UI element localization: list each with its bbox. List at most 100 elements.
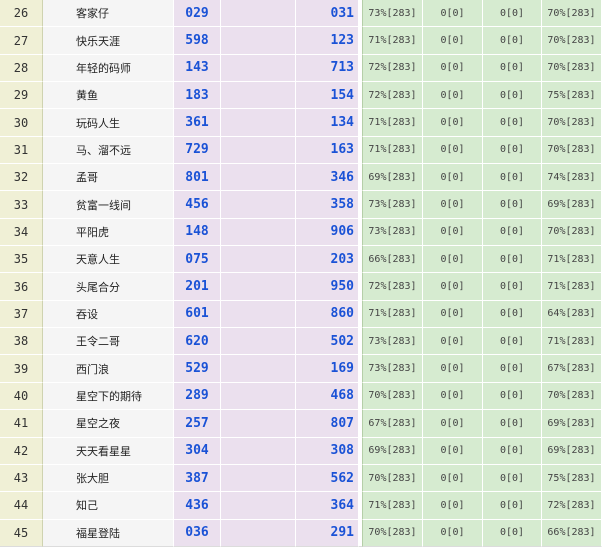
player-name-cell[interactable]: 快乐天涯 — [43, 27, 174, 55]
first-number-cell: 075 — [174, 246, 221, 274]
player-name-cell[interactable]: 孟哥 — [43, 164, 174, 192]
stat-cell-3: 0[0] — [483, 54, 542, 83]
player-name-cell[interactable]: 西门浪 — [43, 355, 174, 383]
player-name-cell[interactable]: 黄鱼 — [43, 82, 174, 110]
player-name-cell[interactable]: 星空之夜 — [43, 410, 174, 438]
table-row[interactable]: 31 马、溜不远 729 163 71%[283] 0[0] 0[0] 70%[… — [0, 136, 602, 165]
stat-cell-2: 0[0] — [423, 27, 483, 55]
first-number-cell: 257 — [174, 410, 221, 438]
spacer-cell — [221, 273, 296, 301]
stat-cell-4: 74%[283] — [542, 164, 602, 192]
first-number-cell: 304 — [174, 437, 221, 465]
stat-cell-1: 71%[283] — [362, 109, 423, 137]
first-number-cell: 148 — [174, 218, 221, 247]
stat-cell-2: 0[0] — [423, 410, 483, 438]
rank-cell: 44 — [0, 492, 43, 520]
spacer-cell — [221, 382, 296, 411]
table-row[interactable]: 45 福星登陆 036 291 70%[283] 0[0] 0[0] 66%[2… — [0, 519, 602, 547]
player-name-cell[interactable]: 知己 — [43, 492, 174, 520]
stat-cell-1: 73%[283] — [362, 355, 423, 383]
rank-cell: 35 — [0, 246, 43, 274]
player-name-cell[interactable]: 年轻的码师 — [43, 54, 174, 83]
first-number-cell: 361 — [174, 109, 221, 137]
table-row[interactable]: 43 张大胆 387 562 70%[283] 0[0] 0[0] 75%[28… — [0, 464, 602, 493]
table-row[interactable]: 26 客家仔 029 031 73%[283] 0[0] 0[0] 70%[28… — [0, 0, 602, 28]
table-row[interactable]: 39 西门浪 529 169 73%[283] 0[0] 0[0] 67%[28… — [0, 355, 602, 383]
rank-cell: 29 — [0, 82, 43, 110]
player-name-cell[interactable]: 马、溜不远 — [43, 136, 174, 165]
spacer-cell — [221, 519, 296, 547]
player-name-cell[interactable]: 王令二哥 — [43, 328, 174, 356]
table-row[interactable]: 35 天意人生 075 203 66%[283] 0[0] 0[0] 71%[2… — [0, 246, 602, 274]
table-row[interactable]: 28 年轻的码师 143 713 72%[283] 0[0] 0[0] 70%[… — [0, 54, 602, 83]
first-number-cell: 029 — [174, 0, 221, 28]
stat-cell-3: 0[0] — [483, 519, 542, 547]
stat-cell-1: 70%[283] — [362, 464, 423, 493]
second-number-cell: 031 — [296, 0, 359, 28]
stat-cell-4: 70%[283] — [542, 0, 602, 28]
table-row[interactable]: 38 王令二哥 620 502 73%[283] 0[0] 0[0] 71%[2… — [0, 328, 602, 356]
stat-cell-4: 70%[283] — [542, 27, 602, 55]
rank-cell: 40 — [0, 382, 43, 411]
rank-cell: 37 — [0, 300, 43, 329]
player-name-cell[interactable]: 张大胆 — [43, 464, 174, 493]
table-row[interactable]: 32 孟哥 801 346 69%[283] 0[0] 0[0] 74%[283… — [0, 164, 602, 192]
stat-cell-4: 70%[283] — [542, 54, 602, 83]
first-number-cell: 436 — [174, 492, 221, 520]
stat-cell-2: 0[0] — [423, 273, 483, 301]
second-number-cell: 169 — [296, 355, 359, 383]
table-row[interactable]: 30 玩码人生 361 134 71%[283] 0[0] 0[0] 70%[2… — [0, 109, 602, 137]
rank-cell: 27 — [0, 27, 43, 55]
second-number-cell: 291 — [296, 519, 359, 547]
stat-cell-4: 67%[283] — [542, 355, 602, 383]
rank-cell: 28 — [0, 54, 43, 83]
spacer-cell — [221, 82, 296, 110]
player-name-cell[interactable]: 客家仔 — [43, 0, 174, 28]
stat-cell-3: 0[0] — [483, 109, 542, 137]
player-name-cell[interactable]: 贫富一线间 — [43, 191, 174, 219]
table-row[interactable]: 42 天天看星星 304 308 69%[283] 0[0] 0[0] 69%[… — [0, 437, 602, 465]
spacer-cell — [221, 136, 296, 165]
player-name-cell[interactable]: 吞设 — [43, 300, 174, 329]
table-row[interactable]: 33 贫富一线间 456 358 73%[283] 0[0] 0[0] 69%[… — [0, 191, 602, 219]
stat-cell-2: 0[0] — [423, 492, 483, 520]
spacer-cell — [221, 218, 296, 247]
player-name-cell[interactable]: 福星登陆 — [43, 519, 174, 547]
stat-cell-2: 0[0] — [423, 300, 483, 329]
spacer-cell — [221, 0, 296, 28]
second-number-cell: 860 — [296, 300, 359, 329]
player-name-cell[interactable]: 头尾合分 — [43, 273, 174, 301]
player-name-cell[interactable]: 玩码人生 — [43, 109, 174, 137]
stat-cell-4: 70%[283] — [542, 382, 602, 411]
player-name-cell[interactable]: 天意人生 — [43, 246, 174, 274]
spacer-cell — [221, 492, 296, 520]
stat-cell-2: 0[0] — [423, 519, 483, 547]
stat-cell-2: 0[0] — [423, 191, 483, 219]
rank-cell: 31 — [0, 136, 43, 165]
stat-cell-3: 0[0] — [483, 410, 542, 438]
table-row[interactable]: 36 头尾合分 201 950 72%[283] 0[0] 0[0] 71%[2… — [0, 273, 602, 301]
table-row[interactable]: 29 黄鱼 183 154 72%[283] 0[0] 0[0] 75%[283… — [0, 82, 602, 110]
first-number-cell: 729 — [174, 136, 221, 165]
stat-cell-3: 0[0] — [483, 191, 542, 219]
table-row[interactable]: 41 星空之夜 257 807 67%[283] 0[0] 0[0] 69%[2… — [0, 410, 602, 438]
first-number-cell: 620 — [174, 328, 221, 356]
first-number-cell: 036 — [174, 519, 221, 547]
second-number-cell: 134 — [296, 109, 359, 137]
table-row[interactable]: 44 知己 436 364 71%[283] 0[0] 0[0] 72%[283… — [0, 492, 602, 520]
first-number-cell: 601 — [174, 300, 221, 329]
table-row[interactable]: 37 吞设 601 860 71%[283] 0[0] 0[0] 64%[283… — [0, 300, 602, 329]
player-name-cell[interactable]: 平阳虎 — [43, 218, 174, 247]
second-number-cell: 308 — [296, 437, 359, 465]
rank-cell: 38 — [0, 328, 43, 356]
player-name-cell[interactable]: 天天看星星 — [43, 437, 174, 465]
spacer-cell — [221, 109, 296, 137]
table-row[interactable]: 34 平阳虎 148 906 73%[283] 0[0] 0[0] 70%[28… — [0, 218, 602, 247]
player-name-cell[interactable]: 星空下的期待 — [43, 382, 174, 411]
spacer-cell — [221, 355, 296, 383]
stat-cell-1: 72%[283] — [362, 82, 423, 110]
stat-cell-1: 70%[283] — [362, 382, 423, 411]
table-row[interactable]: 40 星空下的期待 289 468 70%[283] 0[0] 0[0] 70%… — [0, 382, 602, 411]
table-row[interactable]: 27 快乐天涯 598 123 71%[283] 0[0] 0[0] 70%[2… — [0, 27, 602, 55]
first-number-cell: 183 — [174, 82, 221, 110]
